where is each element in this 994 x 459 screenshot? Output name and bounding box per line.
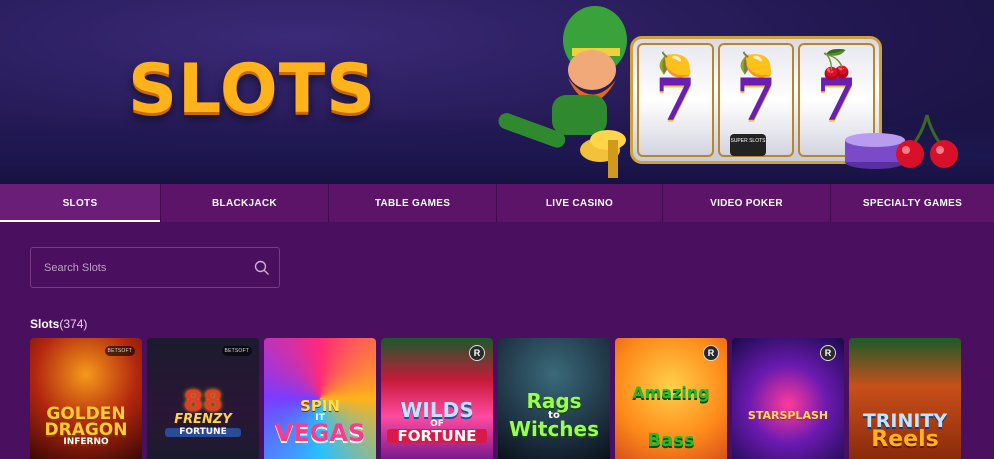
game-tile-rags-to-witches[interactable]: Rags to Witches [498,338,610,459]
super-slots-badge: SUPER SLOTS [730,134,766,156]
game-grid: BETSOFT GOLDEN DRAGON INFERNO BETSOFT 88… [30,338,961,459]
cherries-icon [896,114,958,168]
search-input[interactable] [31,248,245,287]
game-title: 88 FRENZY FORTUNE [147,386,259,437]
game-tile-spin-it-vegas[interactable]: SPIN IT VEGAS [264,338,376,459]
provider-badge: BETSOFT [104,346,135,356]
game-tile-wilds-of-fortune[interactable]: R WILDS OF FORTUNE [381,338,493,459]
provider-badge: R [820,345,836,361]
game-tile-starsplash[interactable]: R STARSPLASH [732,338,844,459]
tab-table-games[interactable]: TABLE GAMES [329,184,497,222]
game-title: TRINITY Reels [862,410,948,453]
lime-icon: 🍋 [657,49,693,80]
hero-banner: SLOTS 🍋 7 🍋 7 🍒 7 SUPER SLOTS [0,0,994,184]
tab-video-poker[interactable]: VIDEO POKER [663,184,831,222]
lemon-icon: 🍋 [738,49,774,80]
section-count: (374) [59,317,88,331]
tab-blackjack[interactable]: BLACKJACK [161,184,329,222]
game-title: Rags to Witches [508,388,600,441]
reel-1: 🍋 7 [637,43,714,157]
category-tabs: SLOTS BLACKJACK TABLE GAMES LIVE CASINO … [0,184,994,222]
tab-specialty-games[interactable]: SPECIALTY GAMES [831,184,994,222]
game-tile-88-frenzy-fortune[interactable]: BETSOFT 88 FRENZY FORTUNE [147,338,259,459]
section-header: Slots(374) [30,317,87,331]
game-tile-trinity-reels[interactable]: TRINITY Reels [849,338,961,459]
game-title: Amazing Bass [632,382,710,451]
game-title: SPIN IT VEGAS [274,397,366,448]
game-tile-golden-dragon[interactable]: BETSOFT GOLDEN DRAGON INFERNO [30,338,142,459]
section-name: Slots [30,317,60,331]
game-tile-amazing-bass[interactable]: R Amazing Bass [615,338,727,459]
search-icon[interactable] [245,248,279,287]
provider-badge: R [469,345,485,361]
tab-slots[interactable]: SLOTS [0,184,161,222]
cherry-icon: 🍒 [819,49,855,80]
game-title: WILDS OF FORTUNE [381,400,493,443]
game-title: GOLDEN DRAGON INFERNO [44,404,128,448]
search-box [30,247,280,288]
provider-badge: R [703,345,719,361]
provider-badge: BETSOFT [221,346,252,356]
game-title: STARSPLASH [747,408,829,422]
tab-live-casino[interactable]: LIVE CASINO [497,184,663,222]
hero-title: SLOTS [128,50,377,129]
